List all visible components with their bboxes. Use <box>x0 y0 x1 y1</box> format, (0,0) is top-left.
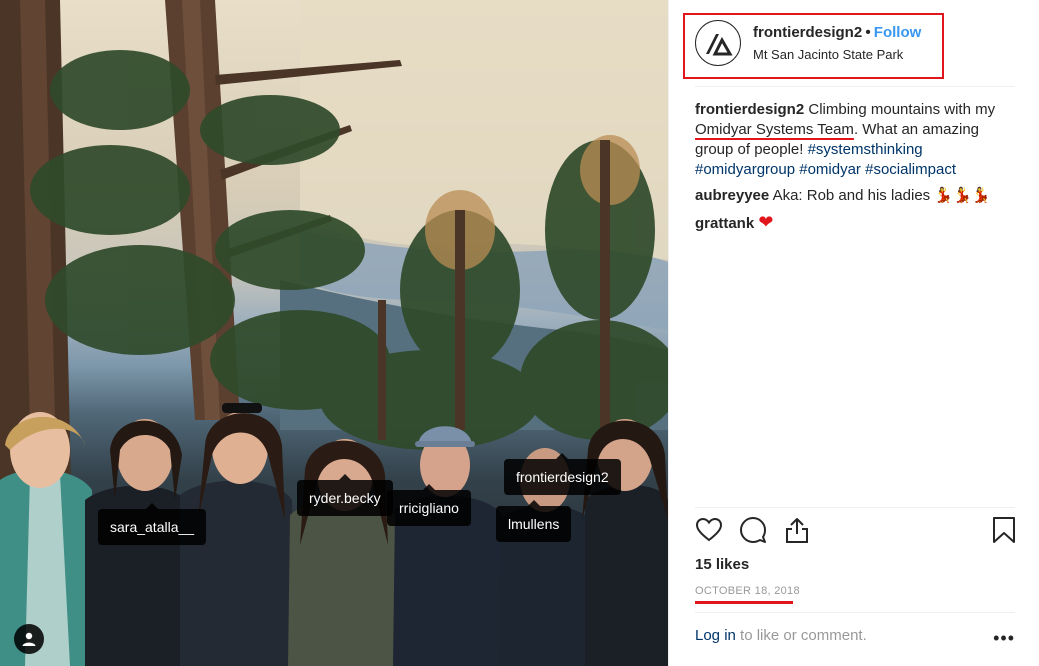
comment-emoji: 💃💃💃 <box>934 187 991 204</box>
hashtag-link[interactable]: #omidyar <box>799 161 861 178</box>
hashtag-link[interactable]: #systemsthinking <box>808 141 923 158</box>
login-link[interactable]: Log in <box>695 627 736 644</box>
photo-tag-label: sara_atalla__ <box>110 519 195 535</box>
heart-icon[interactable] <box>695 516 723 544</box>
photo-tag-label: frontierdesign2 <box>516 469 609 485</box>
annotation-underline <box>695 601 793 604</box>
comment-bubble-icon[interactable] <box>739 516 767 544</box>
caption: frontierdesign2 Climbing mountains with … <box>695 100 1015 180</box>
photo-tag-label: lmullens <box>508 516 560 532</box>
photo-tag[interactable]: rricigliano <box>387 484 471 526</box>
mountain-forest-scene <box>0 0 668 666</box>
post-date[interactable]: OCTOBER 18, 2018 <box>695 585 800 597</box>
hashtag-link[interactable]: #socialimpact <box>865 161 956 178</box>
login-prompt: Log in to like or comment. <box>695 627 867 644</box>
post-photo[interactable]: sara_atalla__ ryder.becky rricigliano fr… <box>0 0 668 666</box>
comment-item: aubreyyee Aka: Rob and his ladies 💃💃💃 <box>695 186 1015 206</box>
comment-username[interactable]: grattank <box>695 215 754 232</box>
actions-divider <box>695 507 1015 508</box>
photo-tag-label: ryder.becky <box>309 490 381 506</box>
header-divider <box>695 86 1015 87</box>
post-actions <box>695 516 1017 550</box>
share-icon[interactable] <box>783 516 811 544</box>
comment-username[interactable]: aubreyyee <box>695 187 769 204</box>
caption-text-start: Climbing mountains with my <box>804 101 996 118</box>
annotation-box <box>683 13 944 79</box>
comment-item: grattank ❤ <box>695 212 1015 234</box>
caption-username[interactable]: frontierdesign2 <box>695 101 804 118</box>
user-icon <box>22 632 36 646</box>
likes-count[interactable]: 15 likes <box>695 556 749 573</box>
comments-section: frontierdesign2 Climbing mountains with … <box>695 100 1015 234</box>
instagram-post: sara_atalla__ ryder.becky rricigliano fr… <box>0 0 1039 666</box>
footer-divider <box>695 612 1015 613</box>
hashtag-link[interactable]: #omidyargroup <box>695 161 795 178</box>
photo-tag[interactable]: sara_atalla__ <box>98 503 207 545</box>
photo-tag[interactable]: lmullens <box>496 500 572 542</box>
photo-tag-label: rricigliano <box>399 500 459 516</box>
comment-emoji: ❤ <box>758 212 774 232</box>
bookmark-icon[interactable] <box>992 516 1016 544</box>
more-options-button[interactable]: ••• <box>993 628 1015 649</box>
tagged-users-button[interactable] <box>14 624 44 654</box>
caption-highlight: Omidyar Systems Team <box>695 121 854 138</box>
comment-text: Aka: Rob and his ladies <box>772 187 931 204</box>
photo-tag[interactable]: ryder.becky <box>297 474 393 516</box>
post-details-panel: frontierdesign2 • Follow Mt San Jacinto St… <box>668 0 1039 666</box>
login-prompt-text: to like or comment. <box>735 627 867 644</box>
photo-tag[interactable]: frontierdesign2 <box>504 453 621 495</box>
